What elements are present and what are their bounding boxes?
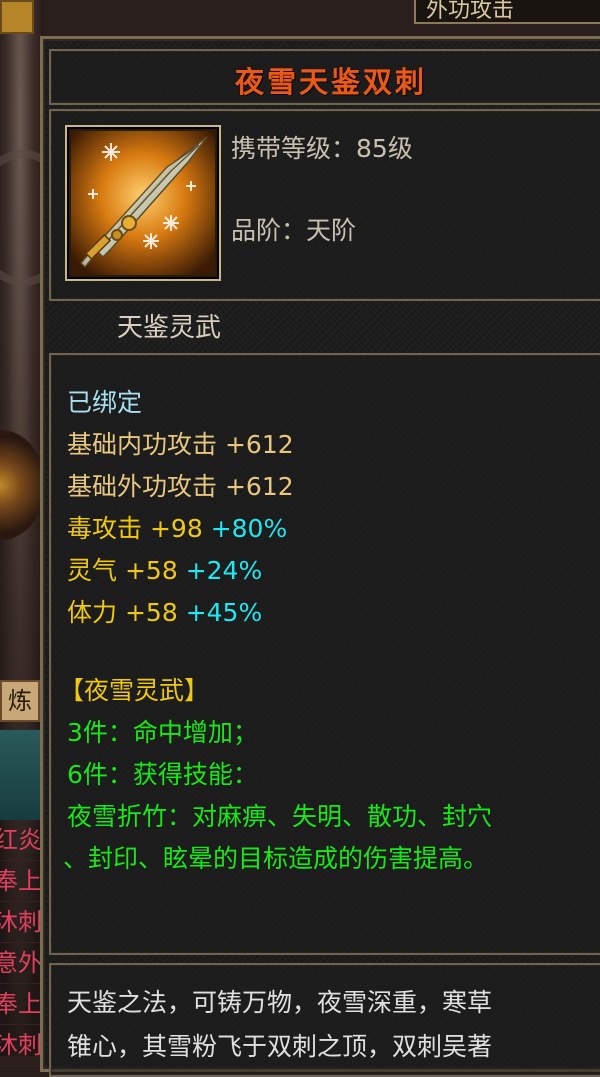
side-list-item[interactable]: 沐刺 (0, 1025, 40, 1066)
item-tooltip: 夜雪天鉴双刺 携带等级：85级 品阶：天阶 天鉴灵武 已绑定 基础内功攻击 +6… (40, 36, 600, 1077)
top-attribute-label: 外功攻击 (414, 0, 600, 24)
stat-value: +58 (124, 598, 178, 627)
item-type: 天鉴灵武 (117, 313, 222, 343)
stat-value: +612 (224, 472, 294, 501)
stat-stamina: 体力 +58 +45% (67, 593, 262, 629)
side-list-item[interactable]: 奉上 (0, 984, 40, 1025)
item-name: 夜雪天鉴双刺 (234, 65, 427, 99)
carry-level-label: 携带等级： (231, 134, 357, 163)
stat-label: 体力 (67, 598, 118, 627)
set-skill-line1: 夜雪折竹：对麻痹、失明、散功、封穴 (67, 802, 493, 831)
stat-spirit: 灵气 +58 +24% (67, 551, 262, 587)
carry-level: 携带等级：85级 (231, 129, 413, 165)
twin-daggers-snowflake-icon (71, 131, 215, 275)
item-grade-value: 天阶 (306, 216, 357, 245)
side-list-item[interactable]: 沐刺 (0, 902, 40, 943)
item-type-row: 天鉴灵武 (49, 303, 600, 349)
corner-slot[interactable] (0, 0, 34, 34)
set-name: 【夜雪灵武】 (59, 676, 210, 705)
side-list-item[interactable]: 意外 (0, 943, 40, 984)
side-list: 红炎 奉上 沐刺 意外 奉上 沐刺 (0, 820, 40, 1066)
item-icon-frame (65, 125, 221, 281)
stat-base-inner: 基础内功攻击 +612 (67, 425, 294, 461)
set-skill-line2: 、封印、眩晕的目标造成的伤害提高。 (63, 844, 489, 873)
side-list-item[interactable]: 红炎 (0, 820, 40, 861)
set-bonus-6: 6件：获得技能： (67, 760, 258, 789)
background-panel-teal (0, 730, 40, 820)
stat-poison: 毒攻击 +98 +80% (67, 509, 287, 545)
carry-level-value: 85级 (356, 134, 413, 163)
stat-label: 基础外功攻击 (67, 472, 218, 501)
stat-value: +98 (149, 514, 203, 543)
item-grade-label: 品阶： (231, 216, 307, 245)
description-line1: 天鉴之法，可铸万物，夜雪深重，寒草 (67, 988, 493, 1017)
stat-percent: +80% (210, 514, 288, 543)
stat-percent: +24% (185, 556, 263, 585)
stat-value: +58 (124, 556, 178, 585)
item-title-bar: 夜雪天鉴双刺 (49, 49, 600, 105)
item-grade: 品阶：天阶 (231, 211, 356, 247)
stat-value: +612 (224, 430, 294, 459)
stat-label: 毒攻击 (67, 514, 143, 543)
item-description-box: 天鉴之法，可铸万物，夜雪深重，寒草 锥心，其雪粉飞于双刺之顶，双刺吴著 (49, 963, 600, 1077)
stat-label: 灵气 (67, 556, 118, 585)
stat-percent: +45% (185, 598, 263, 627)
set-bonus-3: 3件：命中增加； (67, 718, 258, 747)
item-header: 携带等级：85级 品阶：天阶 (49, 109, 600, 301)
refine-tab[interactable]: 炼 (0, 680, 40, 722)
description-line2: 锥心，其雪粉飞于双刺之顶，双刺吴著 (67, 1032, 493, 1061)
bound-status: 已绑定 (67, 388, 143, 417)
item-stats-box: 已绑定 基础内功攻击 +612 基础外功攻击 +612 毒攻击 +98 +80%… (49, 353, 600, 955)
side-list-item[interactable]: 奉上 (0, 861, 40, 902)
stat-label: 基础内功攻击 (67, 430, 218, 459)
stat-base-outer: 基础外功攻击 +612 (67, 467, 294, 503)
